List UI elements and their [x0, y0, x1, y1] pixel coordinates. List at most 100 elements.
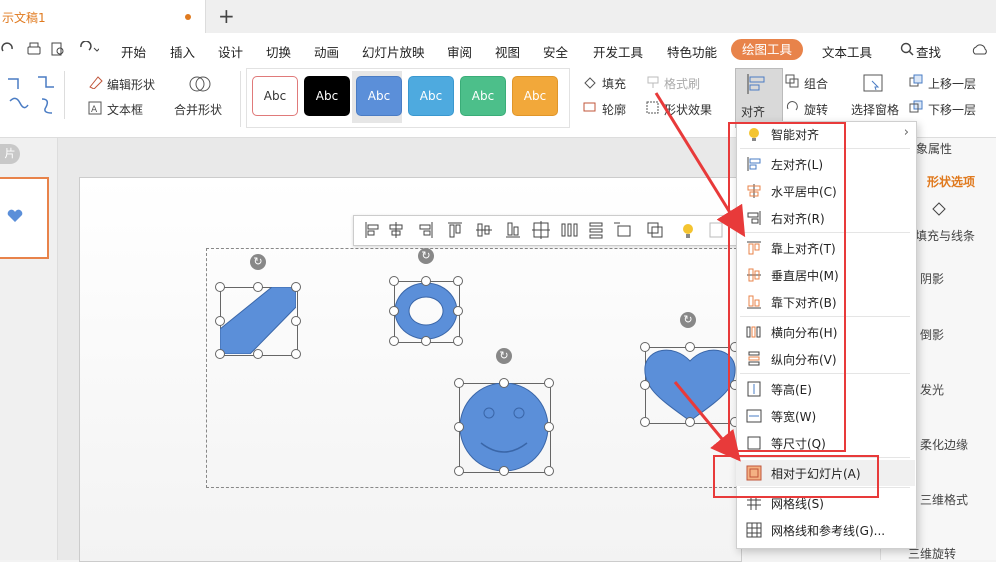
soft-edges-option[interactable]: 柔化边缘: [920, 436, 968, 453]
floating-align-icons[interactable]: [358, 219, 738, 241]
send-backward-button[interactable]: 下移一层: [928, 101, 976, 118]
resize-handle[interactable]: [685, 417, 695, 427]
resize-handle[interactable]: [253, 282, 263, 292]
resize-handle[interactable]: [454, 422, 464, 432]
style-preset-3[interactable]: Abc: [356, 76, 402, 116]
resize-handle[interactable]: [389, 336, 399, 346]
text-box-button[interactable]: 文本框: [107, 101, 143, 118]
style-preset-label: Abc: [315, 89, 339, 103]
fill-button[interactable]: 填充: [602, 75, 626, 92]
resize-handle[interactable]: [253, 349, 263, 359]
print-icon[interactable]: [26, 41, 42, 57]
document-tab-title: 示文稿1: [2, 11, 46, 25]
menu-animation[interactable]: 动画: [314, 42, 339, 61]
fill-and-line-tab[interactable]: 填充与线条: [915, 227, 975, 244]
resize-handle[interactable]: [291, 282, 301, 292]
menu-review[interactable]: 审阅: [447, 42, 472, 61]
menu-text-tools[interactable]: 文本工具: [822, 42, 872, 61]
align-menu-item-label: 网格线和参考线(G)...: [771, 524, 886, 538]
edit-shape-button[interactable]: 编辑形状: [107, 76, 155, 93]
style-preset-2[interactable]: Abc: [304, 76, 350, 116]
properties-pane-title: 象属性: [916, 142, 953, 156]
resize-handle[interactable]: [499, 378, 509, 388]
style-preset-4[interactable]: Abc: [408, 76, 454, 116]
merge-shape-button[interactable]: 合并形状: [174, 101, 222, 118]
find-button[interactable]: 查找: [916, 42, 941, 61]
rotate-handle-icon[interactable]: ↻: [680, 312, 696, 328]
bring-forward-button[interactable]: 上移一层: [928, 75, 976, 92]
outline-button[interactable]: 轮廓: [602, 101, 626, 118]
resize-handle[interactable]: [544, 466, 554, 476]
glow-option[interactable]: 发光: [920, 381, 944, 398]
rotate-button[interactable]: 旋转: [804, 101, 828, 118]
selection-pane-icon: [863, 74, 883, 92]
resize-handle[interactable]: [640, 379, 650, 390]
style-preset-1[interactable]: Abc: [252, 76, 298, 116]
rotate-icon: [786, 101, 798, 111]
resize-handle[interactable]: [389, 276, 399, 286]
rotate-handle-icon[interactable]: ↻: [496, 348, 512, 364]
resize-handle[interactable]: [453, 306, 463, 316]
style-preset-5[interactable]: Abc: [460, 76, 506, 116]
resize-handle[interactable]: [215, 349, 225, 359]
resize-handle[interactable]: [453, 336, 463, 346]
resize-handle[interactable]: [640, 417, 650, 427]
heart-shape[interactable]: [643, 345, 737, 423]
rotate-handle-icon[interactable]: ↻: [418, 248, 434, 264]
resize-handle[interactable]: [544, 378, 554, 388]
resize-handle[interactable]: [544, 422, 554, 432]
format-painter-button[interactable]: 格式刷: [664, 75, 700, 92]
merge-shape-icon: [189, 76, 211, 92]
rotate-handle-icon[interactable]: ↻: [250, 254, 266, 270]
menu-view[interactable]: 视图: [495, 42, 520, 61]
slide-thumbnail-1[interactable]: [0, 177, 49, 259]
resize-handle[interactable]: [421, 336, 431, 346]
menu-insert[interactable]: 插入: [170, 42, 195, 61]
resize-handle[interactable]: [389, 306, 399, 316]
group-button[interactable]: 组合: [804, 75, 828, 92]
3d-format-option[interactable]: 三维格式: [920, 491, 968, 508]
menu-slideshow[interactable]: 幻灯片放映: [362, 42, 425, 61]
shadow-option[interactable]: 阴影: [920, 270, 944, 287]
resize-handle[interactable]: [453, 276, 463, 286]
menu-drawing-tools[interactable]: 绘图工具: [731, 39, 803, 60]
print-preview-icon[interactable]: [50, 41, 66, 57]
group-icon: [785, 74, 799, 88]
resize-handle[interactable]: [215, 315, 225, 326]
resize-handle[interactable]: [640, 342, 650, 352]
menu-developer[interactable]: 开发工具: [593, 42, 643, 61]
menu-security[interactable]: 安全: [543, 42, 568, 61]
tab-shape-options[interactable]: 形状选项: [927, 173, 975, 190]
undo-icon[interactable]: [77, 41, 99, 57]
connector-shapes-gallery[interactable]: [4, 71, 64, 117]
align-menu-item[interactable]: 网格线和参考线(G)...: [736, 517, 915, 543]
redo-icon[interactable]: [0, 42, 16, 58]
gallery-scroll[interactable]: [64, 71, 75, 119]
menu-home[interactable]: 开始: [121, 42, 146, 61]
menu-transition[interactable]: 切换: [266, 42, 291, 61]
menu-features[interactable]: 特色功能: [667, 42, 717, 61]
document-tab[interactable]: 示文稿1: [0, 0, 206, 33]
shape-effects-button[interactable]: 形状效果: [664, 101, 712, 118]
floating-align-toolbar: [353, 215, 742, 246]
smiley-face-shape[interactable]: [459, 383, 549, 471]
resize-handle[interactable]: [454, 378, 464, 388]
fill-bucket-icon: [932, 202, 946, 216]
resize-handle[interactable]: [215, 282, 225, 292]
style-preset-6[interactable]: Abc: [512, 76, 558, 116]
reflection-option[interactable]: 倒影: [920, 326, 944, 343]
resize-handle[interactable]: [499, 466, 509, 476]
resize-handle[interactable]: [421, 276, 431, 286]
diagonal-band-shape[interactable]: [220, 287, 296, 354]
new-tab-button[interactable]: +: [218, 4, 235, 28]
resize-handle[interactable]: [454, 466, 464, 476]
resize-handle[interactable]: [291, 349, 301, 359]
resize-handle[interactable]: [685, 342, 695, 352]
grid-guides-icon: [746, 522, 762, 538]
selection-pane-button[interactable]: 选择窗格: [851, 101, 899, 118]
resize-handle[interactable]: [291, 315, 301, 326]
menu-design[interactable]: 设计: [218, 42, 243, 61]
shape-effects-icon: [646, 101, 659, 114]
style-preset-label: Abc: [263, 89, 287, 103]
cloud-icon[interactable]: [970, 42, 990, 56]
